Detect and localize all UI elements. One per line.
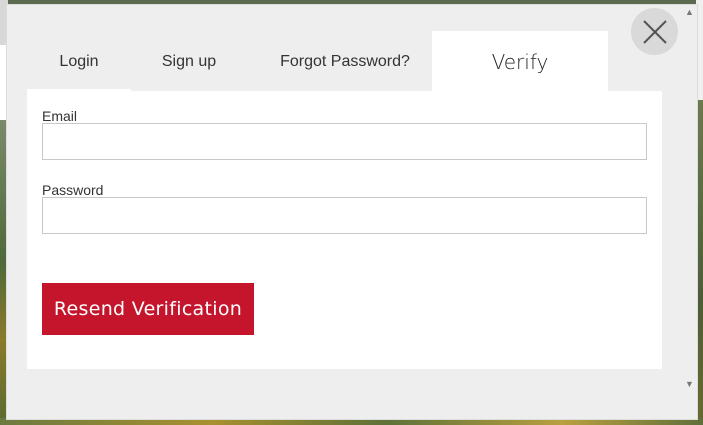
verify-panel: Email Password Resend Verification — [27, 91, 662, 369]
scroll-down-arrow-icon[interactable]: ▼ — [685, 379, 694, 389]
password-field[interactable] — [42, 197, 647, 234]
email-field[interactable] — [42, 123, 647, 160]
auth-modal: Login Sign up Forgot Password? Verify Em… — [6, 4, 698, 420]
tab-sign-up[interactable]: Sign up — [131, 31, 247, 93]
tab-verify[interactable]: Verify — [432, 31, 608, 93]
tab-login[interactable]: Login — [27, 31, 131, 93]
close-icon — [642, 19, 667, 44]
scroll-up-arrow-icon[interactable]: ▲ — [685, 7, 694, 17]
password-label: Password — [42, 182, 104, 198]
email-label: Email — [42, 108, 78, 124]
tab-forgot-password[interactable]: Forgot Password? — [255, 31, 435, 93]
resend-verification-button[interactable]: Resend Verification — [42, 283, 254, 335]
close-button[interactable] — [631, 8, 678, 55]
auth-tabs: Login Sign up Forgot Password? Verify — [27, 31, 667, 93]
